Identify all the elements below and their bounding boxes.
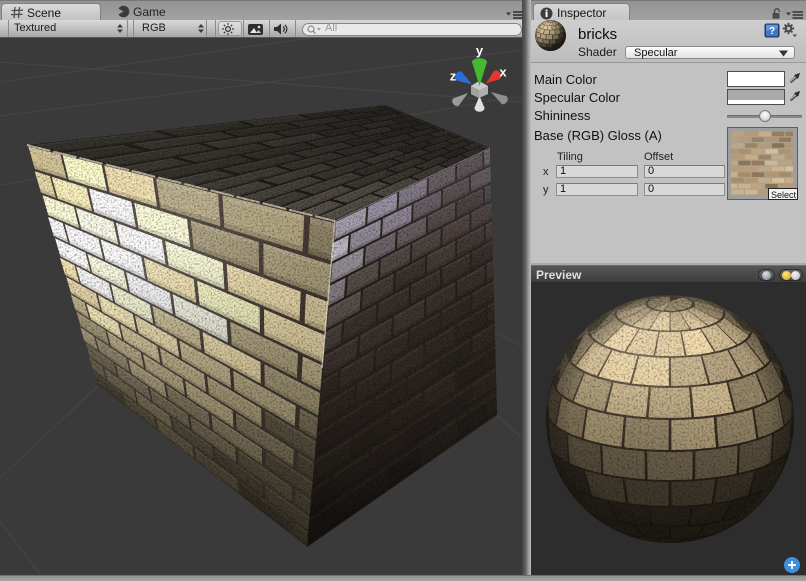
- svg-text:y: y: [476, 43, 484, 58]
- svg-text:?: ?: [769, 26, 775, 37]
- svg-text:x: x: [499, 65, 507, 80]
- svg-text:z: z: [450, 69, 457, 84]
